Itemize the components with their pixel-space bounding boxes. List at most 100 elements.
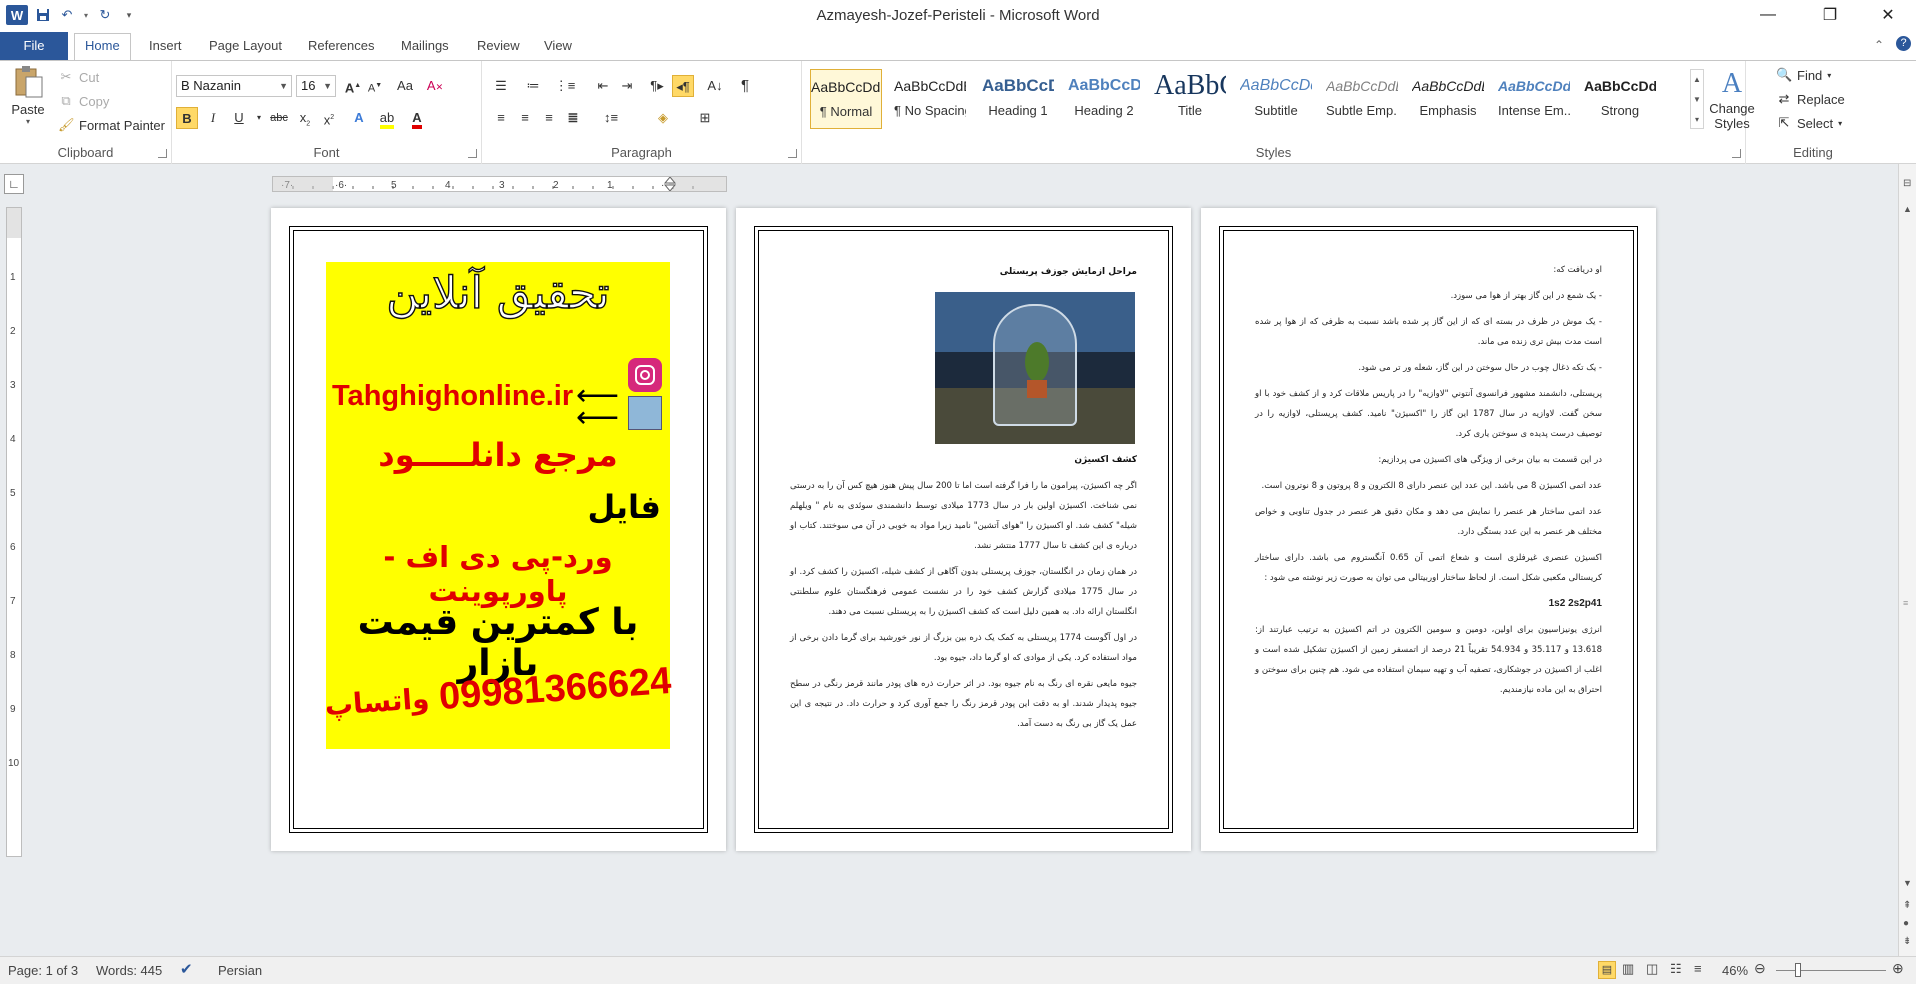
tab-page-layout[interactable]: Page Layout: [199, 36, 292, 60]
clipboard-dialog-launcher[interactable]: [158, 149, 167, 158]
increase-indent-icon[interactable]: ⇥: [616, 75, 638, 97]
outline-view-icon[interactable]: ☷: [1670, 961, 1682, 977]
font-name-combo[interactable]: B Nazanin ▼: [176, 75, 292, 97]
styles-scroll-icon[interactable]: ▲ ▼ ▾: [1690, 69, 1704, 129]
tab-selector-icon[interactable]: ∟: [4, 174, 24, 194]
style-no-spacing[interactable]: AaBbCcDdEe ¶ No Spacing: [894, 69, 966, 129]
bold-button[interactable]: B: [176, 107, 198, 129]
subscript-button[interactable]: x2: [294, 107, 316, 129]
format-painter-button[interactable]: 🖌 Format Painter: [58, 117, 165, 133]
line-spacing-icon[interactable]: ↕≡: [600, 107, 622, 129]
page-count[interactable]: Page: 1 of 3: [8, 963, 78, 978]
bullets-icon[interactable]: ☰: [490, 75, 512, 97]
decrease-indent-icon[interactable]: ⇤: [592, 75, 614, 97]
previous-page-icon[interactable]: ⇞: [1903, 900, 1911, 911]
minimize-ribbon-icon[interactable]: ⌃: [1874, 38, 1884, 52]
align-right-icon[interactable]: ≡: [538, 107, 560, 129]
tab-file[interactable]: File: [0, 32, 68, 60]
italic-button[interactable]: I: [202, 107, 224, 129]
style-emphasis[interactable]: AaBbCcDdEe Emphasis: [1412, 69, 1484, 129]
vertical-ruler[interactable]: 1 2 3 4 5 6 7 8 9 10: [6, 207, 22, 857]
font-size-combo[interactable]: 16 ▼: [296, 75, 336, 97]
strikethrough-button[interactable]: abc: [268, 107, 290, 129]
shading-icon[interactable]: ◈: [652, 107, 674, 129]
page-2-body: مراحل ازمایش جوزف پریستلی: [790, 262, 1137, 288]
proofing-icon[interactable]: ✔: [180, 960, 193, 978]
text-effects-icon[interactable]: A: [348, 107, 370, 129]
ltr-direction-icon[interactable]: ¶▸: [646, 75, 668, 97]
draft-view-icon[interactable]: ≡: [1694, 961, 1702, 976]
zoom-in-icon[interactable]: ⊕: [1892, 960, 1904, 977]
highlight-color-icon[interactable]: ab: [376, 107, 398, 129]
justify-icon[interactable]: ≣: [562, 107, 584, 129]
language-indicator[interactable]: Persian: [218, 963, 262, 978]
scroll-up-icon[interactable]: ▲: [1903, 204, 1912, 214]
font-color-icon[interactable]: A: [406, 107, 428, 129]
paste-button[interactable]: Paste ▾: [8, 65, 48, 135]
style-subtitle[interactable]: AaBbCcDdEe Subtitle: [1240, 69, 1312, 129]
tab-mailings[interactable]: Mailings: [391, 36, 459, 60]
font-dialog-launcher[interactable]: [468, 149, 477, 158]
shrink-font-icon[interactable]: A▼: [364, 75, 386, 97]
show-formatting-marks-icon[interactable]: ¶: [734, 75, 756, 97]
rtl-direction-icon[interactable]: ◂¶: [672, 75, 694, 97]
scroll-down-icon[interactable]: ▼: [1903, 878, 1912, 888]
minimize-button[interactable]: —: [1740, 0, 1796, 30]
style-normal[interactable]: AaBbCcDdEe ¶ Normal: [810, 69, 882, 129]
align-left-icon[interactable]: ≡: [490, 107, 512, 129]
sort-icon[interactable]: A↓: [704, 75, 726, 97]
zoom-level[interactable]: 46%: [1722, 963, 1748, 978]
scroll-thumb[interactable]: ≡: [1901, 218, 1914, 978]
horizontal-ruler[interactable]: ·7··6·54321·: [272, 176, 727, 192]
select-button[interactable]: ⇱ Select ▾: [1776, 115, 1843, 131]
word-count[interactable]: Words: 445: [96, 963, 162, 978]
change-styles-label: Change Styles: [1709, 101, 1755, 131]
zoom-out-icon[interactable]: ⊖: [1754, 960, 1766, 977]
page-1[interactable]: تحقیق آنلاین ⟵ ⟵ Tahghighonline.ir مرجع …: [271, 208, 726, 851]
style-title[interactable]: AaBbCcDdEe Title: [1154, 69, 1226, 129]
web-layout-icon[interactable]: ◫: [1646, 961, 1658, 977]
style-strong[interactable]: AaBbCcDdEe Strong: [1584, 69, 1656, 129]
style-heading-2[interactable]: AaBbCcDdEe Heading 2: [1068, 69, 1140, 129]
restore-button[interactable]: ❐: [1802, 0, 1858, 30]
print-layout-view-icon[interactable]: ▤: [1598, 961, 1616, 979]
paste-dropdown-icon[interactable]: ▾: [8, 117, 48, 126]
underline-button[interactable]: U: [228, 107, 250, 129]
underline-dropdown-icon[interactable]: ▾: [248, 107, 270, 129]
find-button[interactable]: 🔍 Find ▾: [1776, 67, 1831, 83]
change-styles-button[interactable]: A Change Styles: [1708, 67, 1756, 131]
ruler-toggle-icon[interactable]: ⊟: [1903, 178, 1911, 189]
tab-view[interactable]: View: [534, 36, 582, 60]
borders-icon[interactable]: ⊞: [694, 107, 716, 129]
style-intense-emphasis[interactable]: AaBbCcDdEe Intense Em...: [1498, 69, 1570, 129]
full-screen-reading-icon[interactable]: ▥: [1622, 961, 1634, 977]
tab-review[interactable]: Review: [467, 36, 530, 60]
tab-references[interactable]: References: [298, 36, 384, 60]
paragraph-dialog-launcher[interactable]: [788, 149, 797, 158]
numbering-icon[interactable]: ≔: [522, 75, 544, 97]
next-page-icon[interactable]: ⇟: [1903, 936, 1911, 947]
change-case-icon[interactable]: Aa: [394, 75, 416, 97]
grow-font-icon[interactable]: A▲: [342, 75, 364, 97]
styles-dialog-launcher[interactable]: [1732, 149, 1741, 158]
clear-formatting-icon[interactable]: A✕: [424, 75, 446, 97]
zoom-slider[interactable]: [1776, 970, 1886, 971]
style-heading-1[interactable]: AaBbCcDdEe Heading 1: [982, 69, 1054, 129]
vertical-scrollbar[interactable]: ⊟ ▲ ≡ ▼ ⇞ ● ⇟: [1898, 164, 1916, 956]
close-button[interactable]: ✕: [1860, 0, 1916, 30]
zoom-slider-thumb[interactable]: [1795, 963, 1801, 977]
page-2[interactable]: مراحل ازمایش جوزف پریستلی کشف اکسیژن اگر…: [736, 208, 1191, 851]
style-subtle-emphasis[interactable]: AaBbCcDdEe Subtle Emp...: [1326, 69, 1398, 129]
replace-button[interactable]: ⇄ Replace: [1776, 91, 1845, 107]
page-3[interactable]: او دریافت که: - یک شمع در این گاز بهتر ا…: [1201, 208, 1656, 851]
tab-home[interactable]: Home: [74, 33, 131, 61]
superscript-button[interactable]: x2: [318, 107, 340, 129]
select-browse-object-icon[interactable]: ●: [1903, 918, 1909, 929]
tab-insert[interactable]: Insert: [139, 36, 192, 60]
align-center-icon[interactable]: ≡: [514, 107, 536, 129]
select-label: Select: [1797, 115, 1834, 131]
help-icon[interactable]: ?: [1896, 36, 1911, 51]
cut-button[interactable]: ✂ Cut: [58, 69, 100, 85]
multilevel-list-icon[interactable]: ⋮≡: [554, 75, 576, 97]
copy-button[interactable]: ⧉ Copy: [58, 93, 109, 109]
